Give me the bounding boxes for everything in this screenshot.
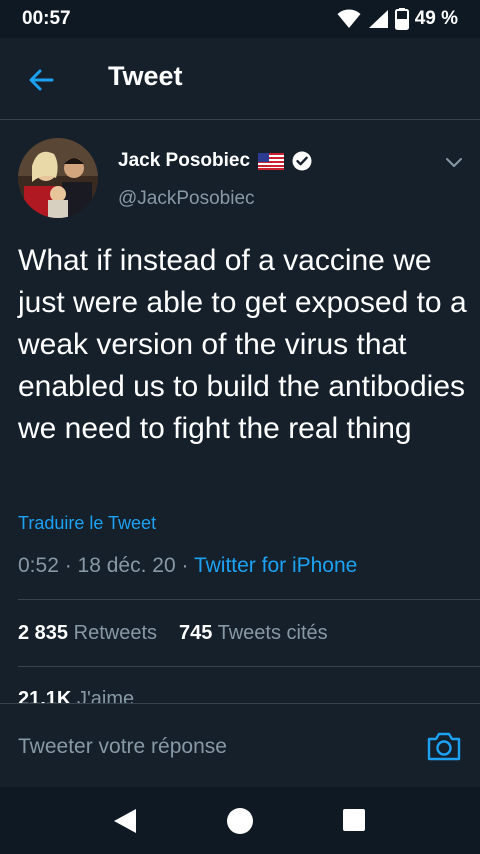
triangle-back-icon [114,809,136,833]
tweet-stats: 2 835 Retweets 745 Tweets cités [18,622,328,645]
chevron-down-icon [446,158,462,167]
tweet-menu-button[interactable] [444,152,464,172]
status-icons: 49 % [337,8,458,30]
tweet-date: 18 déc. 20 [77,554,176,577]
retweets-stat[interactable]: 2 835 Retweets [18,622,157,645]
system-nav-bar [0,787,480,854]
tweet-time: 0:52 [18,554,59,577]
meta-separator: · [58,554,78,577]
author-handle[interactable]: @JackPosobiec [118,188,255,210]
nav-back-button[interactable] [112,807,138,835]
status-bar: 00:57 49 % [0,0,480,38]
us-flag-icon [258,152,285,170]
quotes-count: 745 [179,622,213,644]
likes-label: J'aime [76,688,135,704]
quotes-label: Tweets cités [217,622,328,644]
verified-badge-icon [292,151,312,171]
camera-button[interactable] [426,728,462,764]
back-button[interactable] [26,64,58,96]
meta-separator: · [175,554,194,577]
app-bar: Tweet [0,38,480,120]
reply-input[interactable]: Tweeter votre réponse [18,735,227,759]
signal-icon [368,10,388,28]
author-name-row[interactable]: Jack Posobiec [118,150,312,172]
battery-icon [394,8,409,30]
avatar[interactable] [18,138,98,218]
divider [18,666,480,667]
tweet-metadata: 0:52 · 18 déc. 20 · Twitter for iPhone [18,554,357,578]
divider [18,599,480,600]
quotes-stat[interactable]: 745 Tweets cités [179,622,328,645]
tweet-text: What if instead of a vaccine we just wer… [18,244,467,445]
wifi-icon [337,9,361,28]
retweets-count: 2 835 [18,622,69,644]
status-time: 00:57 [22,8,71,29]
nav-recents-button[interactable] [343,809,365,831]
likes-count: 21,1K [18,688,72,704]
camera-icon [427,732,461,761]
battery-level: 49 % [414,8,458,29]
reply-composer: Tweeter votre réponse [0,703,480,787]
likes-stat[interactable]: 21,1K J'aime [18,688,134,704]
nav-home-button[interactable] [227,808,253,834]
author-name: Jack Posobiec [118,150,251,171]
page-title: Tweet [108,61,183,91]
tweet-source-link[interactable]: Twitter for iPhone [194,554,357,577]
translate-tweet-link[interactable]: Traduire le Tweet [18,513,156,534]
retweets-label: Retweets [73,622,157,644]
arrow-left-icon [29,69,54,91]
